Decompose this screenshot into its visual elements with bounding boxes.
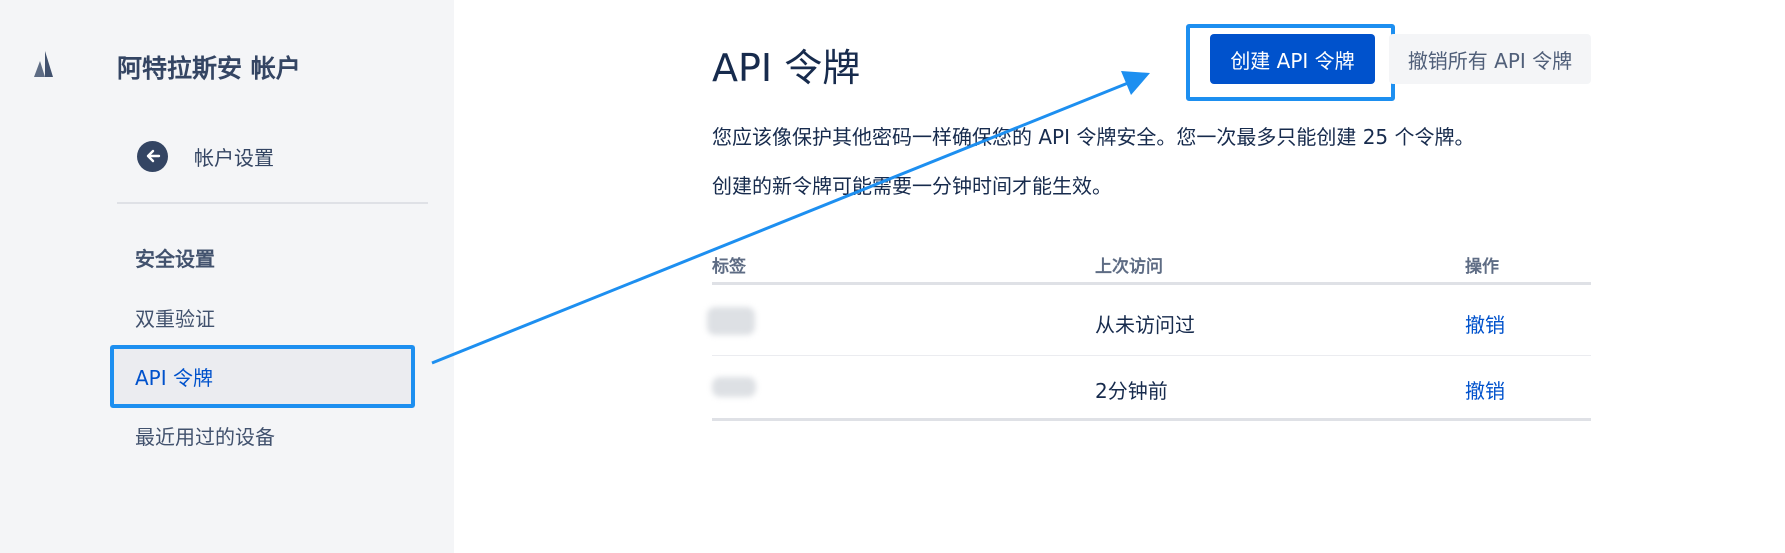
sidebar-item-label: 最近用过的设备 (135, 425, 275, 449)
last-access-cell: 从未访问过 (1095, 313, 1195, 337)
atlassian-logo-icon[interactable] (31, 51, 59, 77)
column-header-label: 标签 (712, 257, 746, 277)
sidebar: 阿特拉斯安 帐户 帐户设置 安全设置 双重验证 API 令牌 最近用过的设备 (0, 0, 454, 553)
description-line-1: 您应该像保护其他密码一样确保您的 API 令牌安全。您一次最多只能创建 25 个… (712, 125, 1475, 149)
table-bottom-divider (712, 418, 1591, 421)
column-header-last-access: 上次访问 (1095, 257, 1163, 277)
annotation-highlight-box (110, 345, 415, 408)
column-header-actions: 操作 (1465, 257, 1499, 277)
table-header-divider (712, 282, 1591, 285)
description-line-2: 创建的新令牌可能需要一分钟时间才能生效。 (712, 174, 1112, 198)
sidebar-divider (117, 202, 428, 204)
back-label: 帐户设置 (194, 145, 274, 170)
sidebar-item-label: 双重验证 (135, 307, 215, 331)
brand-title: 阿特拉斯安 帐户 (117, 54, 301, 83)
section-title: 安全设置 (135, 247, 215, 271)
last-access-cell: 2分钟前 (1095, 379, 1168, 403)
revoke-all-api-tokens-button[interactable]: 撤销所有 API 令牌 (1389, 34, 1591, 84)
sidebar-item-two-step-verification[interactable]: 双重验证 (110, 286, 415, 349)
redacted-token-label (707, 307, 755, 335)
page-title: API 令牌 (712, 46, 861, 90)
sidebar-item-recent-devices[interactable]: 最近用过的设备 (110, 404, 415, 467)
revoke-link[interactable]: 撤销 (1465, 375, 1505, 404)
row-divider (712, 355, 1591, 356)
create-api-token-button[interactable]: 创建 API 令牌 (1210, 34, 1375, 84)
redacted-token-label (712, 377, 756, 397)
page: 阿特拉斯安 帐户 帐户设置 安全设置 双重验证 API 令牌 最近用过的设备 A… (0, 0, 1785, 553)
arrow-left-icon (137, 140, 168, 172)
revoke-link[interactable]: 撤销 (1465, 309, 1505, 338)
back-to-account-settings[interactable]: 帐户设置 (137, 139, 274, 173)
